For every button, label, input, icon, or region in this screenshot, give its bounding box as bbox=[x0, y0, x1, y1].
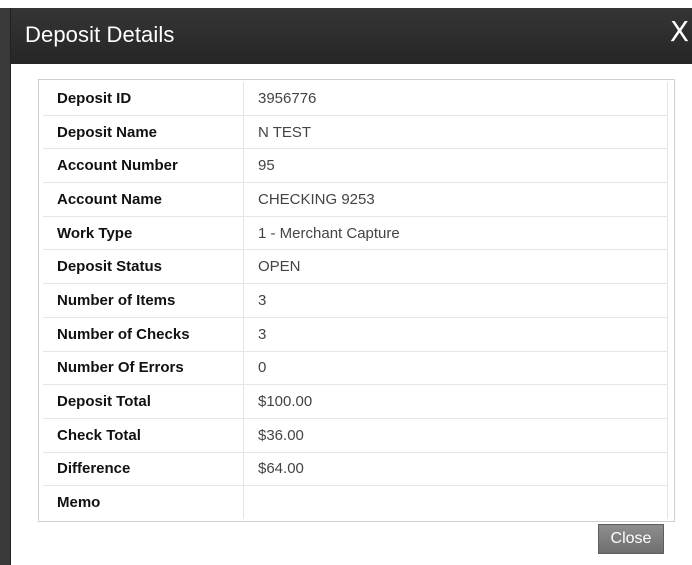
row-label: Deposit Status bbox=[43, 249, 244, 285]
row-label: Memo bbox=[43, 485, 244, 519]
table-row: Difference $64.00 bbox=[43, 452, 668, 487]
table-row: Deposit Status OPEN bbox=[43, 249, 668, 285]
table-row: Memo bbox=[43, 485, 668, 519]
row-label: Deposit Name bbox=[43, 115, 244, 150]
row-label: Work Type bbox=[43, 216, 244, 251]
table-row: Account Number 95 bbox=[43, 148, 668, 184]
table-row: Work Type 1 - Merchant Capture bbox=[43, 216, 668, 251]
backdrop-edge bbox=[0, 8, 10, 565]
row-value: 3956776 bbox=[243, 82, 668, 116]
close-button[interactable]: Close bbox=[598, 524, 664, 554]
row-value: $100.00 bbox=[243, 384, 668, 419]
row-value: N TEST bbox=[243, 115, 668, 150]
row-label: Deposit Total bbox=[43, 384, 244, 419]
row-label: Number Of Errors bbox=[43, 351, 244, 386]
row-label: Number of Items bbox=[43, 283, 244, 318]
table-row: Number of Checks 3 bbox=[43, 317, 668, 352]
row-value bbox=[243, 485, 668, 519]
row-value: $64.00 bbox=[243, 452, 668, 487]
row-label: Number of Checks bbox=[43, 317, 244, 352]
table-row: Deposit Name N TEST bbox=[43, 115, 668, 150]
row-value: $36.00 bbox=[243, 418, 668, 453]
row-value: CHECKING 9253 bbox=[243, 182, 668, 217]
row-label: Deposit ID bbox=[43, 82, 244, 116]
deposit-details-dialog: Deposit Details X Deposit ID 3956776 Dep… bbox=[10, 8, 692, 565]
row-label: Account Number bbox=[43, 148, 244, 184]
dialog-title: Deposit Details bbox=[25, 22, 175, 47]
row-value: 0 bbox=[243, 351, 668, 386]
table-row: Check Total $36.00 bbox=[43, 418, 668, 453]
row-label: Account Name bbox=[43, 182, 244, 217]
table-row: Number of Items 3 bbox=[43, 283, 668, 318]
table-row: Number Of Errors 0 bbox=[43, 351, 668, 386]
details-table: Deposit ID 3956776 Deposit Name N TEST A… bbox=[43, 82, 668, 519]
row-value: 95 bbox=[243, 148, 668, 184]
dialog-titlebar: Deposit Details X bbox=[11, 8, 692, 64]
close-icon[interactable]: X bbox=[670, 16, 689, 48]
row-value: OPEN bbox=[243, 249, 668, 285]
table-row: Deposit Total $100.00 bbox=[43, 384, 668, 419]
row-value: 3 bbox=[243, 317, 668, 352]
table-row: Deposit ID 3956776 bbox=[43, 82, 668, 116]
row-label: Check Total bbox=[43, 418, 244, 453]
details-table-container: Deposit ID 3956776 Deposit Name N TEST A… bbox=[38, 79, 675, 522]
row-value: 3 bbox=[243, 283, 668, 318]
row-value: 1 - Merchant Capture bbox=[243, 216, 668, 251]
table-row: Account Name CHECKING 9253 bbox=[43, 182, 668, 217]
row-label: Difference bbox=[43, 452, 244, 487]
